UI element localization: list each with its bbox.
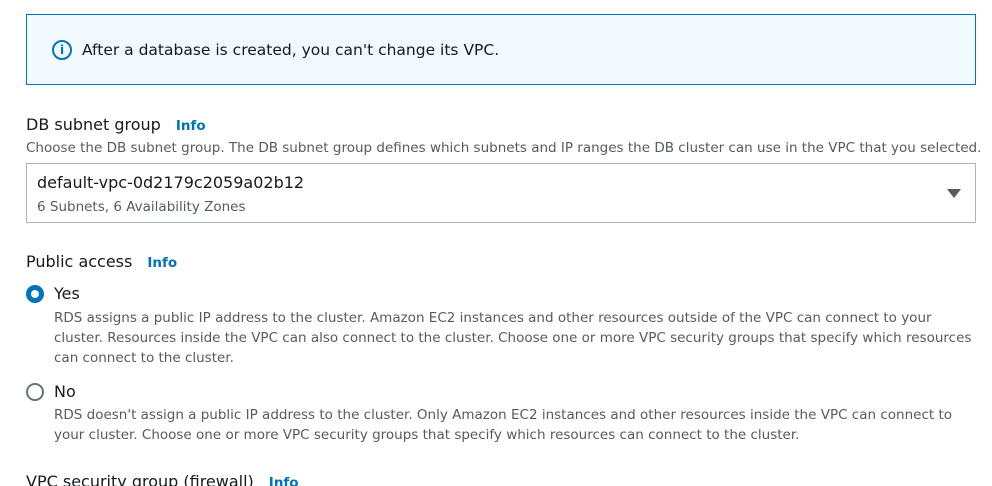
page: i After a database is created, you can't…	[0, 0, 992, 486]
public-access-yes-description: RDS assigns a public IP address to the c…	[54, 310, 972, 366]
info-icon: i	[52, 39, 72, 60]
subnet-group-subtext: 6 Subnets, 6 Availability Zones	[37, 199, 246, 215]
security-group-info-link[interactable]: Info	[269, 475, 299, 486]
security-group-label-row: VPC security group (firewall) Info	[26, 472, 299, 486]
alert-text: After a database is created, you can't c…	[82, 40, 500, 59]
subnet-group-value: default-vpc-0d2179c2059a02b12	[37, 173, 305, 192]
public-access-no-description: RDS doesn't assign a public IP address t…	[54, 407, 953, 443]
subnet-group-select[interactable]: default-vpc-0d2179c2059a02b12 6 Subnets,…	[26, 163, 976, 223]
subnet-group-label: DB subnet group	[26, 115, 161, 134]
public-access-label: Public access	[26, 252, 133, 271]
subnet-group-description: Choose the DB subnet group. The DB subne…	[26, 140, 982, 156]
subnet-group-label-row: DB subnet group Info	[26, 115, 206, 134]
public-access-info-link[interactable]: Info	[147, 255, 177, 271]
public-access-label-row: Public access Info	[26, 252, 177, 271]
public-access-no-radio[interactable]	[26, 383, 44, 401]
caret-down-icon	[947, 189, 961, 198]
public-access-yes-label[interactable]: Yes	[54, 284, 80, 303]
security-group-label: VPC security group (firewall)	[26, 472, 254, 486]
public-access-no-label[interactable]: No	[54, 382, 76, 401]
vpc-info-alert: i After a database is created, you can't…	[26, 14, 976, 85]
public-access-yes-radio[interactable]	[26, 285, 44, 303]
subnet-group-info-link[interactable]: Info	[176, 118, 206, 134]
